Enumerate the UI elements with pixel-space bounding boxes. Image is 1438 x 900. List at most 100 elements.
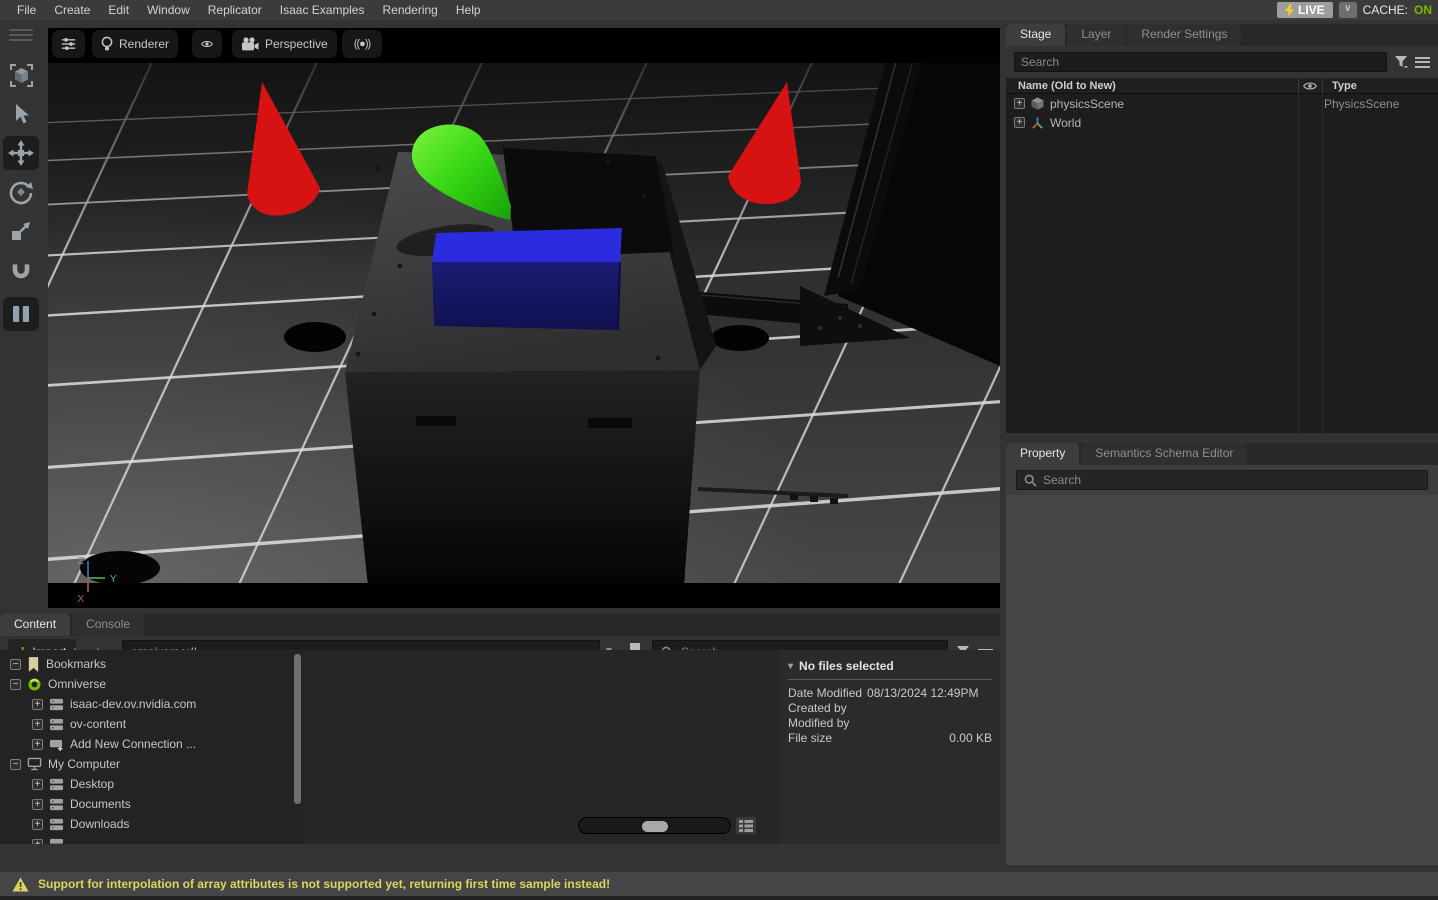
tree-item-ov-content[interactable]: ov-content — [0, 714, 304, 734]
property-search-input[interactable] — [1016, 470, 1428, 490]
stage-options-icon[interactable] — [1415, 54, 1430, 70]
tab-content[interactable]: Content — [0, 614, 70, 636]
visibility-column-icon[interactable] — [1303, 81, 1317, 91]
expand-icon[interactable] — [32, 819, 43, 830]
toolbar-drag-handle[interactable] — [9, 26, 33, 44]
move-tool-button[interactable] — [3, 136, 39, 170]
tree-item-label: Bookmarks — [46, 657, 106, 671]
tree-item-partial[interactable] — [0, 834, 304, 844]
tree-item-isaac-dev[interactable]: isaac-dev.ov.nvidia.com — [0, 694, 304, 714]
menu-isaac-examples[interactable]: Isaac Examples — [271, 3, 374, 17]
axis-gizmo: Z Y X — [62, 552, 124, 608]
tree-item-add-new-connection[interactable]: Add New Connection ... — [0, 734, 304, 754]
expand-icon[interactable] — [32, 779, 43, 790]
tree-item-label: ov-content — [70, 717, 126, 731]
tree-item-desktop[interactable]: Desktop — [0, 774, 304, 794]
tree-item-label: Omniverse — [48, 677, 106, 691]
menu-replicator[interactable]: Replicator — [199, 3, 271, 17]
tree-item-bookmarks[interactable]: Bookmarks — [0, 654, 304, 674]
details-header[interactable]: No files selected — [788, 656, 992, 676]
sliders-icon — [61, 36, 76, 52]
stage-row-physicsscene[interactable]: physicsScene PhysicsScene — [1006, 94, 1438, 113]
rotate-tool-button[interactable] — [3, 175, 39, 209]
collapse-icon[interactable] — [10, 679, 21, 690]
menu-edit[interactable]: Edit — [99, 3, 138, 17]
prim-name[interactable]: physicsScene — [1050, 97, 1124, 111]
tree-scrollbar[interactable] — [294, 654, 301, 804]
menu-rendering[interactable]: Rendering — [373, 3, 446, 17]
menu-create[interactable]: Create — [45, 3, 99, 17]
table — [345, 148, 716, 586]
tree-item-label: isaac-dev.ov.nvidia.com — [70, 697, 196, 711]
scale-icon — [9, 219, 33, 243]
blue-cube — [432, 228, 622, 330]
expand-icon[interactable] — [1014, 117, 1025, 128]
drive-icon — [49, 838, 64, 845]
menu-window[interactable]: Window — [138, 3, 199, 17]
thumbnail-size-slider[interactable] — [578, 817, 731, 834]
tab-console[interactable]: Console — [72, 614, 144, 636]
tab-stage[interactable]: Stage — [1006, 24, 1065, 46]
capture-button[interactable]: ((●)) — [342, 30, 382, 58]
broadcast-icon: ((●)) — [354, 38, 370, 50]
cache-status: ON — [1414, 3, 1432, 17]
details-panel: No files selected Date Modified 08/13/20… — [780, 650, 1000, 844]
tree-item-omniverse[interactable]: Omniverse — [0, 674, 304, 694]
scale-tool-button[interactable] — [3, 214, 39, 248]
expand-icon[interactable] — [32, 719, 43, 730]
renderer-button[interactable]: Renderer — [92, 30, 178, 58]
live-dropdown-button[interactable]: ∨ — [1339, 2, 1357, 18]
tree-item-label: My Computer — [48, 757, 120, 771]
tree-item-my-computer[interactable]: My Computer — [0, 754, 304, 774]
cursor-select-button[interactable] — [3, 97, 39, 131]
column-name[interactable]: Name (Old to New) — [1006, 80, 1116, 92]
prim-name[interactable]: World — [1050, 116, 1081, 130]
viewport-3d[interactable]: Renderer Perspective ((●)) Z Y X — [48, 28, 1000, 608]
expand-icon[interactable] — [32, 839, 43, 845]
physics-scene-icon — [1030, 96, 1045, 111]
expand-icon[interactable] — [32, 699, 43, 710]
view-mode-button[interactable] — [736, 817, 756, 834]
tab-render-settings[interactable]: Render Settings — [1127, 24, 1241, 46]
lightbulb-icon — [101, 36, 113, 52]
menu-help[interactable]: Help — [447, 3, 490, 17]
tree-item-downloads[interactable]: Downloads — [0, 814, 304, 834]
tab-semantics-schema-editor[interactable]: Semantics Schema Editor — [1081, 443, 1247, 465]
detail-date-modified: Date Modified 08/13/2024 12:49PM — [788, 685, 992, 700]
tree-item-label: Desktop — [70, 777, 114, 791]
rotate-icon — [8, 179, 34, 205]
cursor-icon — [10, 102, 32, 126]
stage-row-world[interactable]: World — [1006, 113, 1438, 132]
viewport-settings-button[interactable] — [52, 30, 85, 58]
menu-bar: File Create Edit Window Replicator Isaac… — [0, 0, 1438, 20]
lightning-icon — [1285, 4, 1294, 17]
tab-property[interactable]: Property — [1006, 443, 1079, 465]
stage-search-input[interactable] — [1014, 52, 1387, 72]
expand-icon[interactable] — [32, 739, 43, 750]
expand-icon[interactable] — [32, 799, 43, 810]
collapse-icon[interactable] — [10, 759, 21, 770]
camera-label: Perspective — [265, 37, 328, 51]
tree-item-documents[interactable]: Documents — [0, 794, 304, 814]
menu-file[interactable]: File — [8, 3, 45, 17]
axis-x-label: X — [77, 594, 84, 605]
tab-layer[interactable]: Layer — [1067, 24, 1125, 46]
bottom-strip — [0, 896, 1438, 900]
select-mode-button[interactable] — [3, 58, 39, 92]
pause-button[interactable] — [3, 297, 39, 331]
file-grid-area[interactable] — [305, 650, 779, 844]
camera-button[interactable]: Perspective — [232, 30, 337, 58]
slider-handle[interactable] — [642, 821, 668, 832]
visibility-button[interactable] — [192, 30, 222, 58]
filter-icon[interactable] — [1394, 55, 1408, 69]
snap-tool-button[interactable] — [3, 253, 39, 287]
column-type[interactable]: Type — [1332, 80, 1357, 92]
collapse-icon[interactable] — [10, 659, 21, 670]
expand-icon[interactable] — [1014, 98, 1025, 109]
status-message: Support for interpolation of array attri… — [38, 877, 610, 891]
live-button[interactable]: LIVE — [1277, 2, 1333, 18]
eye-icon — [201, 38, 213, 50]
detail-file-size: File size 0.00 KB — [788, 730, 992, 745]
magnet-icon — [9, 258, 33, 282]
warning-icon — [12, 877, 29, 892]
